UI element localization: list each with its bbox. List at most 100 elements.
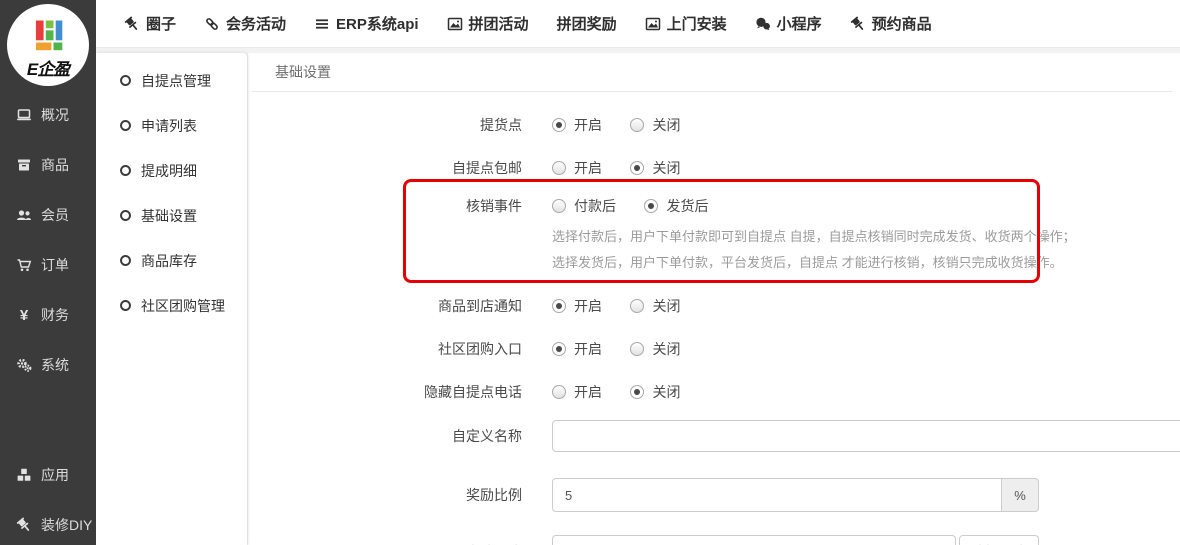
nav-item-label: 圈子 xyxy=(146,13,176,34)
radio-icon[interactable] xyxy=(552,199,566,213)
goods-icon xyxy=(13,157,35,173)
circle-icon xyxy=(119,74,132,87)
sidebar-item-goods[interactable]: 商品 xyxy=(0,140,96,190)
radio-icon[interactable] xyxy=(552,161,566,175)
radio-option-on[interactable]: 开启 xyxy=(552,158,602,178)
radio-icon[interactable] xyxy=(552,385,566,399)
nav-item-booking-goods[interactable]: 预约商品 xyxy=(836,0,946,48)
radio-label: 关闭 xyxy=(652,339,680,359)
circle-icon xyxy=(119,164,132,177)
primary-menu: 概况 商品 会员 订单 ¥ 财务 系统 xyxy=(0,90,96,545)
sidebar-item-diy[interactable]: 装修DIY xyxy=(0,500,96,545)
submenu-item-apply-list[interactable]: 申请列表 xyxy=(96,103,247,148)
finance-icon: ¥ xyxy=(13,307,35,324)
nav-item-group-reward[interactable]: 拼团奖励 xyxy=(543,0,631,48)
sidebar-item-overview[interactable]: 概况 xyxy=(0,90,96,140)
circle-icon xyxy=(119,209,132,222)
radio-option-after-delivery[interactable]: 发货后 xyxy=(644,196,708,216)
submenu-item-label: 社区团购管理 xyxy=(141,296,225,316)
field-label: 核销事件 xyxy=(248,196,552,276)
nav-item-erp-api[interactable]: ERP系统api xyxy=(300,0,433,48)
field-label: 自提点包邮 xyxy=(248,158,552,180)
radio-label: 发货后 xyxy=(666,196,708,216)
radio-option-off[interactable]: 关闭 xyxy=(630,382,680,402)
radio-option-on[interactable]: 开启 xyxy=(552,339,602,359)
reward-ratio-input[interactable] xyxy=(552,478,1002,512)
submenu-item-commission-detail[interactable]: 提成明细 xyxy=(96,148,247,193)
radio-label: 开启 xyxy=(574,158,602,178)
radio-option-on[interactable]: 开启 xyxy=(552,115,602,135)
radio-icon[interactable] xyxy=(552,342,566,356)
nav-item-label: 拼团活动 xyxy=(469,13,529,34)
help-line: 选择发货后，用户下单付款，平台发货后，自提点 才能进行核销，核销只完成收货操作。 xyxy=(552,250,1180,276)
nav-item-miniprogram[interactable]: 小程序 xyxy=(741,0,836,48)
nav-item-label: 小程序 xyxy=(777,13,822,34)
sidebar-item-apps[interactable]: 应用 xyxy=(0,450,96,500)
secondary-sidebar: 自提点管理 申请列表 提成明细 基础设置 商品库存 社区团购管理 xyxy=(96,53,247,545)
radio-icon[interactable] xyxy=(630,299,644,313)
gavel-icon xyxy=(124,16,140,32)
settings-form: 提货点 开启 关闭 自提点包邮 开启 关闭 核销事件 付款后 发货后 xyxy=(248,92,1180,545)
submenu-item-pickup-manage[interactable]: 自提点管理 xyxy=(96,58,247,103)
members-icon xyxy=(13,207,35,223)
apply-image-url-input[interactable] xyxy=(552,535,956,545)
nav-item-label: 上门安装 xyxy=(667,13,727,34)
sidebar-item-system[interactable]: 系统 xyxy=(0,340,96,390)
help-line: 选择付款后，用户下单付款即可到自提点 自提，自提点核销同时完成发货、收货两个操作… xyxy=(552,224,1180,250)
radio-icon[interactable] xyxy=(644,199,658,213)
submenu-item-label: 商品库存 xyxy=(141,251,197,271)
submenu-item-label: 基础设置 xyxy=(141,206,197,226)
form-row-free-shipping: 自提点包邮 开启 关闭 xyxy=(248,158,1180,180)
nav-item-install[interactable]: 上门安装 xyxy=(631,0,741,48)
radio-label: 关闭 xyxy=(652,158,680,178)
sidebar-item-members[interactable]: 会员 xyxy=(0,190,96,240)
nav-item-label: 会务活动 xyxy=(226,13,286,34)
form-row-community-entry: 社区团购入口 开启 关闭 xyxy=(248,339,1180,361)
logo-glyph xyxy=(26,15,70,59)
image-icon xyxy=(645,16,661,32)
choose-image-button[interactable]: 选择图片 xyxy=(959,535,1039,545)
radio-icon[interactable] xyxy=(552,299,566,313)
sidebar-item-label: 系统 xyxy=(41,355,69,375)
radio-option-off[interactable]: 关闭 xyxy=(630,296,680,316)
radio-option-off[interactable]: 关闭 xyxy=(630,339,680,359)
gavel-icon xyxy=(13,517,35,533)
radio-option-on[interactable]: 开启 xyxy=(552,296,602,316)
top-navbar: 圈子 会务活动 ERP系统api 拼团活动 拼团奖励 上门安装 小程序 xyxy=(96,0,1180,48)
sidebar-spacer xyxy=(0,390,96,450)
radio-label: 关闭 xyxy=(652,296,680,316)
sidebar-item-orders[interactable]: 订单 xyxy=(0,240,96,290)
main-panel: 基础设置 提货点 开启 关闭 自提点包邮 开启 关闭 核销事件 付款后 xyxy=(248,53,1180,545)
sidebar-item-label: 装修DIY xyxy=(41,515,92,535)
apps-icon xyxy=(13,467,35,483)
brand-logo[interactable]: E企盈 xyxy=(7,4,89,86)
nav-item-group-activity[interactable]: 拼团活动 xyxy=(433,0,543,48)
radio-icon[interactable] xyxy=(552,118,566,132)
radio-label: 付款后 xyxy=(574,196,616,216)
form-row-hide-phone: 隐藏自提点电话 开启 关闭 xyxy=(248,382,1180,404)
nav-item-label: ERP系统api xyxy=(336,13,419,34)
radio-option-after-payment[interactable]: 付款后 xyxy=(552,196,616,216)
link-icon xyxy=(204,16,220,32)
field-label: 商品到店通知 xyxy=(248,296,552,318)
radio-option-on[interactable]: 开启 xyxy=(552,382,602,402)
radio-icon[interactable] xyxy=(630,385,644,399)
radio-option-off[interactable]: 关闭 xyxy=(630,158,680,178)
form-row-verify-event: 核销事件 付款后 发货后 选择付款后，用户下单付款即可到自提点 自提，自提点核销… xyxy=(248,196,1180,276)
nav-item-circle[interactable]: 圈子 xyxy=(110,0,190,48)
sidebar-item-finance[interactable]: ¥ 财务 xyxy=(0,290,96,340)
radio-icon[interactable] xyxy=(630,118,644,132)
radio-label: 关闭 xyxy=(652,115,680,135)
sidebar-item-label: 概况 xyxy=(41,105,69,125)
nav-item-conference[interactable]: 会务活动 xyxy=(190,0,300,48)
radio-label: 开启 xyxy=(574,115,602,135)
radio-icon[interactable] xyxy=(630,161,644,175)
submenu-item-community-group[interactable]: 社区团购管理 xyxy=(96,283,247,328)
submenu-item-basic-settings[interactable]: 基础设置 xyxy=(96,193,247,238)
radio-option-off[interactable]: 关闭 xyxy=(630,115,680,135)
custom-name-input[interactable] xyxy=(552,420,1180,452)
radio-icon[interactable] xyxy=(630,342,644,356)
field-label: 自定义名称 xyxy=(248,420,552,452)
submenu-item-goods-stock[interactable]: 商品库存 xyxy=(96,238,247,283)
form-row-apply-image: 申请图片 选择图片 xyxy=(248,535,1180,545)
